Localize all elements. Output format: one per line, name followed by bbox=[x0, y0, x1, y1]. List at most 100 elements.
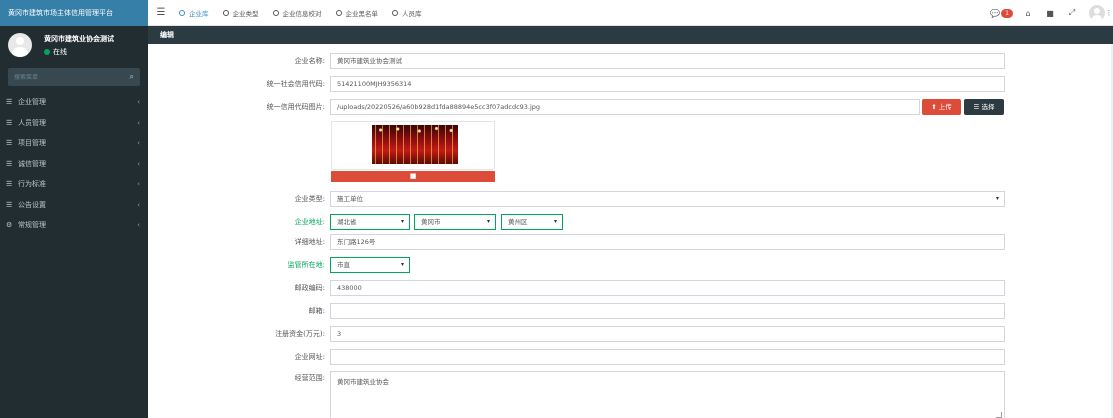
form-row-postal-code: 邮政编码: 438000 bbox=[148, 280, 1113, 296]
tab-label: 企业黑名单 bbox=[345, 9, 379, 18]
upload-button[interactable]: ⬆ 上传 bbox=[922, 99, 961, 115]
list-icon: ☰ bbox=[6, 98, 13, 107]
menu-toggle-icon[interactable]: ☰ bbox=[150, 7, 172, 18]
caret-down-icon: ▾ bbox=[486, 218, 490, 225]
company-type-select[interactable]: 施工单位 ▾ bbox=[330, 191, 1005, 207]
app-brand[interactable]: 黄冈市建筑市场主体信用管理平台 bbox=[0, 0, 148, 26]
sidebar-item-label: 企业管理 bbox=[18, 98, 46, 107]
circle-icon bbox=[335, 9, 342, 16]
chevron-left-icon: ‹ bbox=[137, 98, 140, 107]
home-icon[interactable]: ⌂ bbox=[1017, 9, 1039, 18]
caret-down-icon: ▾ bbox=[400, 261, 404, 268]
form-row-credit-image: 统一信用代码图片: /uploads/20220526/a60b928d1fda… bbox=[148, 99, 1113, 115]
sidebar-item-label: 公告设置 bbox=[18, 200, 46, 209]
sidebar-item-announcement[interactable]: ☰ 公告设置 ‹ bbox=[0, 195, 148, 216]
caret-down-icon: ▾ bbox=[995, 195, 999, 202]
postal-code-input[interactable]: 438000 bbox=[330, 280, 1005, 296]
sidebar-item-label: 行为标准 bbox=[18, 180, 46, 189]
fullscreen-icon[interactable]: ⤢ bbox=[1061, 8, 1083, 18]
delete-image-button[interactable]: ■ bbox=[331, 171, 495, 182]
comments-icon: 💬 bbox=[990, 8, 1001, 18]
user-name: 黄冈市建筑业协会测试 bbox=[44, 34, 114, 43]
form-row-company-name: 企业名称: 黄冈市建筑业协会测试 bbox=[148, 53, 1113, 69]
address-label: 企业地址: bbox=[294, 218, 325, 226]
sidebar-search-input[interactable] bbox=[14, 73, 114, 81]
list-icon: ☰ bbox=[6, 200, 13, 209]
image-preview bbox=[331, 121, 495, 170]
sidebar-item-personnel[interactable]: ☰ 人员管理 ‹ bbox=[0, 113, 148, 134]
top-navbar: ☰ 企业库 企业类型 企业信息校对 企业黑名单 人员库 💬 1 ⌂ ■ ⤢ ⋮ bbox=[148, 0, 1113, 26]
province-select[interactable]: 湖北省 ▾ bbox=[330, 214, 410, 230]
province-value: 湖北省 bbox=[337, 218, 357, 226]
tab-company-type[interactable]: 企业类型 bbox=[216, 0, 266, 26]
resize-handle-icon[interactable] bbox=[996, 412, 1002, 418]
company-name-input[interactable]: 黄冈市建筑业协会测试 bbox=[330, 53, 1005, 69]
sidebar-item-label: 项目管理 bbox=[18, 139, 46, 148]
sidebar-item-general[interactable]: ⚙ 常规管理 ‹ bbox=[0, 215, 148, 236]
scope-value: 黄冈市建筑业协会 bbox=[337, 378, 389, 386]
email-input[interactable] bbox=[330, 303, 1005, 319]
district-value: 黄州区 bbox=[508, 218, 528, 226]
tab-company-library[interactable]: 企业库 bbox=[172, 0, 216, 26]
sidebar: 黄冈市建筑市场主体信用管理平台 黄冈市建筑业协会测试 在线 ⌕ ☰ 企业管理 ‹… bbox=[0, 0, 148, 418]
message-count-badge: 1 bbox=[1001, 8, 1013, 18]
detail-address-label: 详细地址: bbox=[294, 238, 325, 246]
caret-down-icon: ▾ bbox=[400, 218, 404, 225]
form-row-website: 企业网址: bbox=[148, 349, 1113, 365]
sidebar-item-label: 常规管理 bbox=[18, 221, 46, 230]
credit-code-label: 统一社会信用代码: bbox=[266, 80, 325, 88]
circle-icon bbox=[392, 9, 398, 16]
city-value: 黄冈市 bbox=[421, 218, 441, 226]
edit-form: 企业名称: 黄冈市建筑业协会测试 统一社会信用代码: 51421100MJH93… bbox=[148, 44, 1113, 418]
tab-label: 企业类型 bbox=[232, 9, 259, 18]
tab-personnel-library[interactable]: 人员库 bbox=[385, 0, 429, 26]
messages-button[interactable]: 💬 1 bbox=[990, 8, 1013, 18]
list-icon: ☰ bbox=[6, 139, 13, 148]
website-input[interactable] bbox=[330, 349, 1005, 365]
sidebar-item-project[interactable]: ☰ 项目管理 ‹ bbox=[0, 133, 148, 154]
form-row-capital: 注册资金(万元): 3 bbox=[148, 326, 1113, 342]
sidebar-menu: ☰ 企业管理 ‹ ☰ 人员管理 ‹ ☰ 项目管理 ‹ ☰ 诚信管理 ‹ ☰ 行为… bbox=[0, 92, 148, 236]
form-row-address: 企业地址: 湖北省 ▾ 黄冈市 ▾ 黄州区 ▾ bbox=[148, 214, 1113, 230]
online-status-icon bbox=[44, 48, 50, 55]
form-row-email: 邮箱: bbox=[148, 303, 1113, 319]
more-icon[interactable]: ⋮ bbox=[1105, 9, 1113, 17]
list-icon: ☰ bbox=[6, 159, 13, 168]
sidebar-item-company[interactable]: ☰ 企业管理 ‹ bbox=[0, 92, 148, 113]
tab-company-blacklist[interactable]: 企业黑名单 bbox=[329, 0, 386, 26]
caret-down-icon: ▾ bbox=[553, 218, 557, 225]
scope-label: 经营范围: bbox=[294, 374, 325, 382]
choose-button[interactable]: ☰ 选择 bbox=[964, 99, 1004, 115]
sidebar-item-integrity[interactable]: ☰ 诚信管理 ‹ bbox=[0, 154, 148, 175]
credit-code-input[interactable]: 51421100MJH9356314 bbox=[330, 76, 1005, 92]
circle-icon bbox=[272, 9, 279, 16]
trash-icon: ■ bbox=[409, 172, 417, 180]
upload-button-label: 上传 bbox=[938, 103, 952, 111]
user-avatar[interactable] bbox=[1089, 5, 1105, 21]
chevron-left-icon: ‹ bbox=[137, 139, 140, 148]
district-select[interactable]: 黄州区 ▾ bbox=[501, 214, 563, 230]
user-info: 黄冈市建筑业协会测试 在线 bbox=[44, 34, 114, 57]
credit-image-thumbnail bbox=[372, 125, 458, 164]
scope-textarea[interactable]: 黄冈市建筑业协会 bbox=[330, 371, 1005, 418]
search-icon[interactable]: ⌕ bbox=[130, 72, 134, 82]
city-select[interactable]: 黄冈市 ▾ bbox=[414, 214, 496, 230]
postal-code-label: 邮政编码: bbox=[294, 284, 325, 292]
sidebar-item-behavior[interactable]: ☰ 行为标准 ‹ bbox=[0, 174, 148, 195]
tab-label: 企业库 bbox=[189, 9, 209, 18]
tab-label: 人员库 bbox=[402, 9, 422, 18]
tab-company-verify[interactable]: 企业信息校对 bbox=[266, 0, 329, 26]
user-status-label: 在线 bbox=[53, 47, 67, 56]
capital-input[interactable]: 3 bbox=[330, 326, 1005, 342]
sidebar-item-label: 诚信管理 bbox=[18, 159, 46, 168]
supervision-select[interactable]: 市直 ▾ bbox=[330, 257, 410, 273]
company-type-label: 企业类型: bbox=[294, 195, 325, 203]
user-panel: 黄冈市建筑业协会测试 在线 bbox=[0, 26, 148, 64]
choose-button-label: 选择 bbox=[981, 103, 995, 111]
circle-icon bbox=[179, 9, 185, 16]
detail-address-input[interactable]: 东门路126号 bbox=[330, 234, 1005, 250]
list-icon: ☰ bbox=[6, 180, 13, 189]
trash-icon[interactable]: ■ bbox=[1039, 9, 1061, 18]
company-name-label: 企业名称: bbox=[294, 57, 325, 65]
credit-image-path-input[interactable]: /uploads/20220526/a60b928d1fda88894e5cc3… bbox=[330, 99, 920, 115]
